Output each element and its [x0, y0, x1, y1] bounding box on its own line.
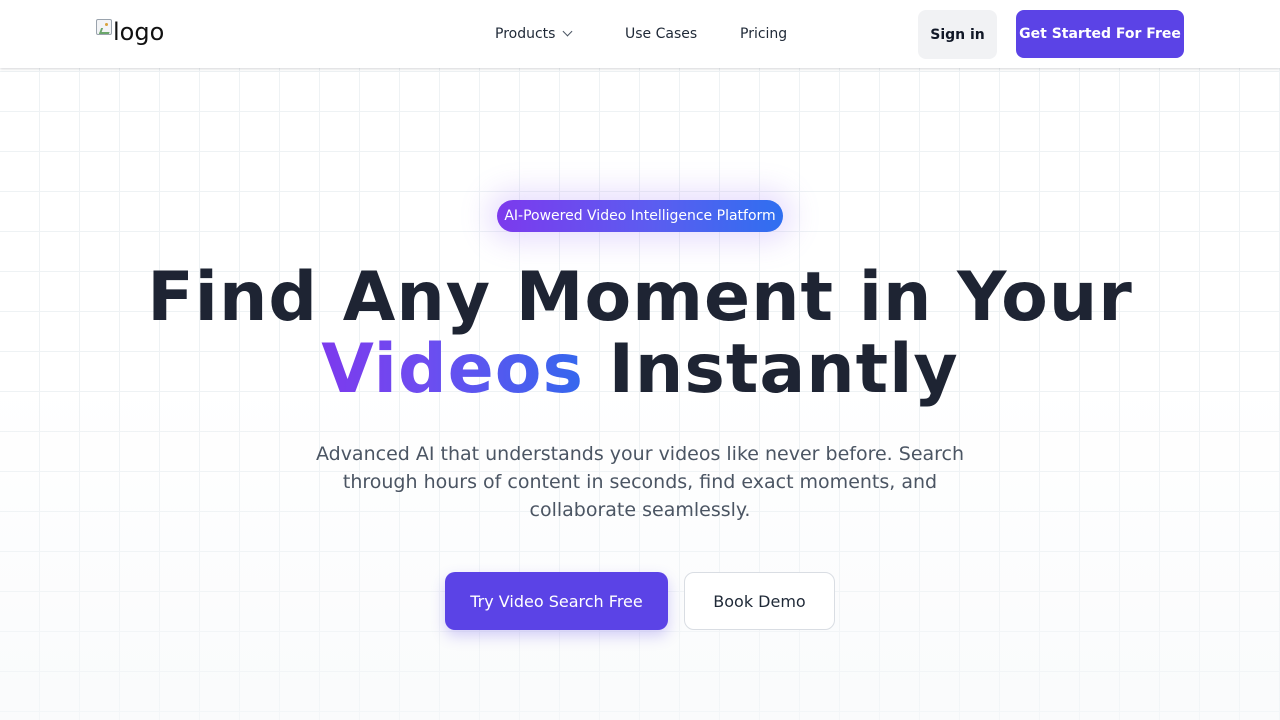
broken-image-icon [96, 19, 112, 35]
sign-in-button[interactable]: Sign in [918, 10, 997, 59]
hero-title: Find Any Moment in Your Videos Instantly [140, 262, 1140, 406]
nav-use-cases[interactable]: Use Cases [625, 24, 697, 44]
chevron-down-icon [563, 26, 573, 37]
site-header: logo Products Use Cases Pricing Sign in … [0, 0, 1280, 68]
landing-page: logo Products Use Cases Pricing Sign in … [0, 0, 1280, 720]
try-video-search-button[interactable]: Try Video Search Free [445, 572, 668, 630]
hero-title-rest: Instantly [583, 330, 959, 409]
logo-alt-text: logo [113, 18, 165, 46]
hero-badge: AI-Powered Video Intelligence Platform [497, 200, 783, 232]
hero-subtitle: Advanced AI that understands your videos… [315, 443, 965, 521]
book-demo-button[interactable]: Book Demo [684, 572, 835, 630]
hero-title-line-2: Videos Instantly [140, 334, 1140, 406]
get-started-button[interactable]: Get Started For Free [1016, 10, 1184, 58]
hero-title-line-1: Find Any Moment in Your [147, 258, 1133, 337]
nav-products[interactable]: Products [495, 24, 573, 44]
nav-products-label: Products [495, 26, 556, 42]
logo[interactable]: logo [96, 17, 164, 49]
hero-title-highlight: Videos [321, 330, 584, 409]
nav-pricing[interactable]: Pricing [740, 24, 787, 44]
